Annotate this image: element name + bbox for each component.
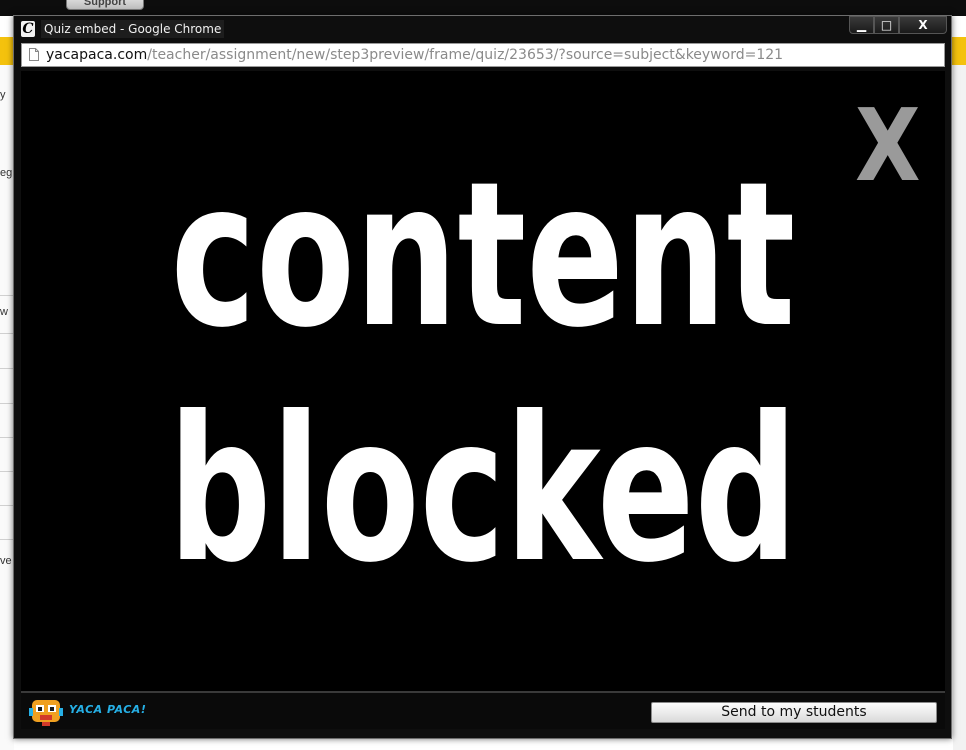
- minimize-button[interactable]: ▁: [849, 16, 874, 34]
- background-divider: [0, 295, 13, 296]
- address-bar[interactable]: yacapaca.com/teacher/assignment/new/step…: [21, 43, 945, 67]
- background-divider: [0, 471, 13, 472]
- yacapaca-mascot-icon: [29, 700, 63, 726]
- close-overlay-button[interactable]: X: [855, 96, 921, 196]
- background-top-bar: [0, 0, 966, 16]
- window-title: Quiz embed - Google Chrome: [41, 20, 225, 38]
- title-bar[interactable]: C Quiz embed - Google Chrome ▁ □ X: [14, 16, 951, 42]
- background-divider: [0, 539, 13, 540]
- browser-popup-window: C Quiz embed - Google Chrome ▁ □ X yacap…: [13, 15, 952, 739]
- blocked-message-line1: content: [170, 139, 796, 372]
- popup-footer: YACA PACA! Send to my students: [21, 691, 945, 729]
- background-text-fragment: ve: [0, 555, 12, 567]
- send-to-students-button[interactable]: Send to my students: [651, 702, 937, 723]
- background-left-column: y eg w ve: [0, 65, 14, 750]
- chrome-app-icon: C: [21, 21, 35, 37]
- url-host: yacapaca.com: [46, 47, 148, 63]
- background-support-button[interactable]: Support: [66, 0, 144, 10]
- window-controls: ▁ □ X: [849, 16, 947, 34]
- background-divider: [0, 403, 13, 404]
- background-divider: [0, 505, 13, 506]
- url-text[interactable]: yacapaca.com/teacher/assignment/new/step…: [46, 44, 783, 66]
- background-text-fragment: w: [0, 306, 8, 318]
- background-divider: [0, 437, 13, 438]
- blocked-message-line2: blocked: [168, 374, 798, 607]
- background-text-fragment: eg: [0, 167, 12, 179]
- maximize-button[interactable]: □: [874, 16, 899, 34]
- yacapaca-logo-text: YACA PACA!: [69, 703, 147, 716]
- background-divider: [0, 333, 13, 334]
- background-right-edge: [953, 65, 966, 750]
- page-icon: [29, 48, 39, 61]
- embedded-content-area: X content blocked: [21, 71, 945, 691]
- background-divider: [0, 368, 13, 369]
- background-text-fragment: y: [0, 89, 6, 101]
- close-window-button[interactable]: X: [899, 16, 947, 34]
- url-path: /teacher/assignment/new/step3preview/fra…: [147, 47, 784, 63]
